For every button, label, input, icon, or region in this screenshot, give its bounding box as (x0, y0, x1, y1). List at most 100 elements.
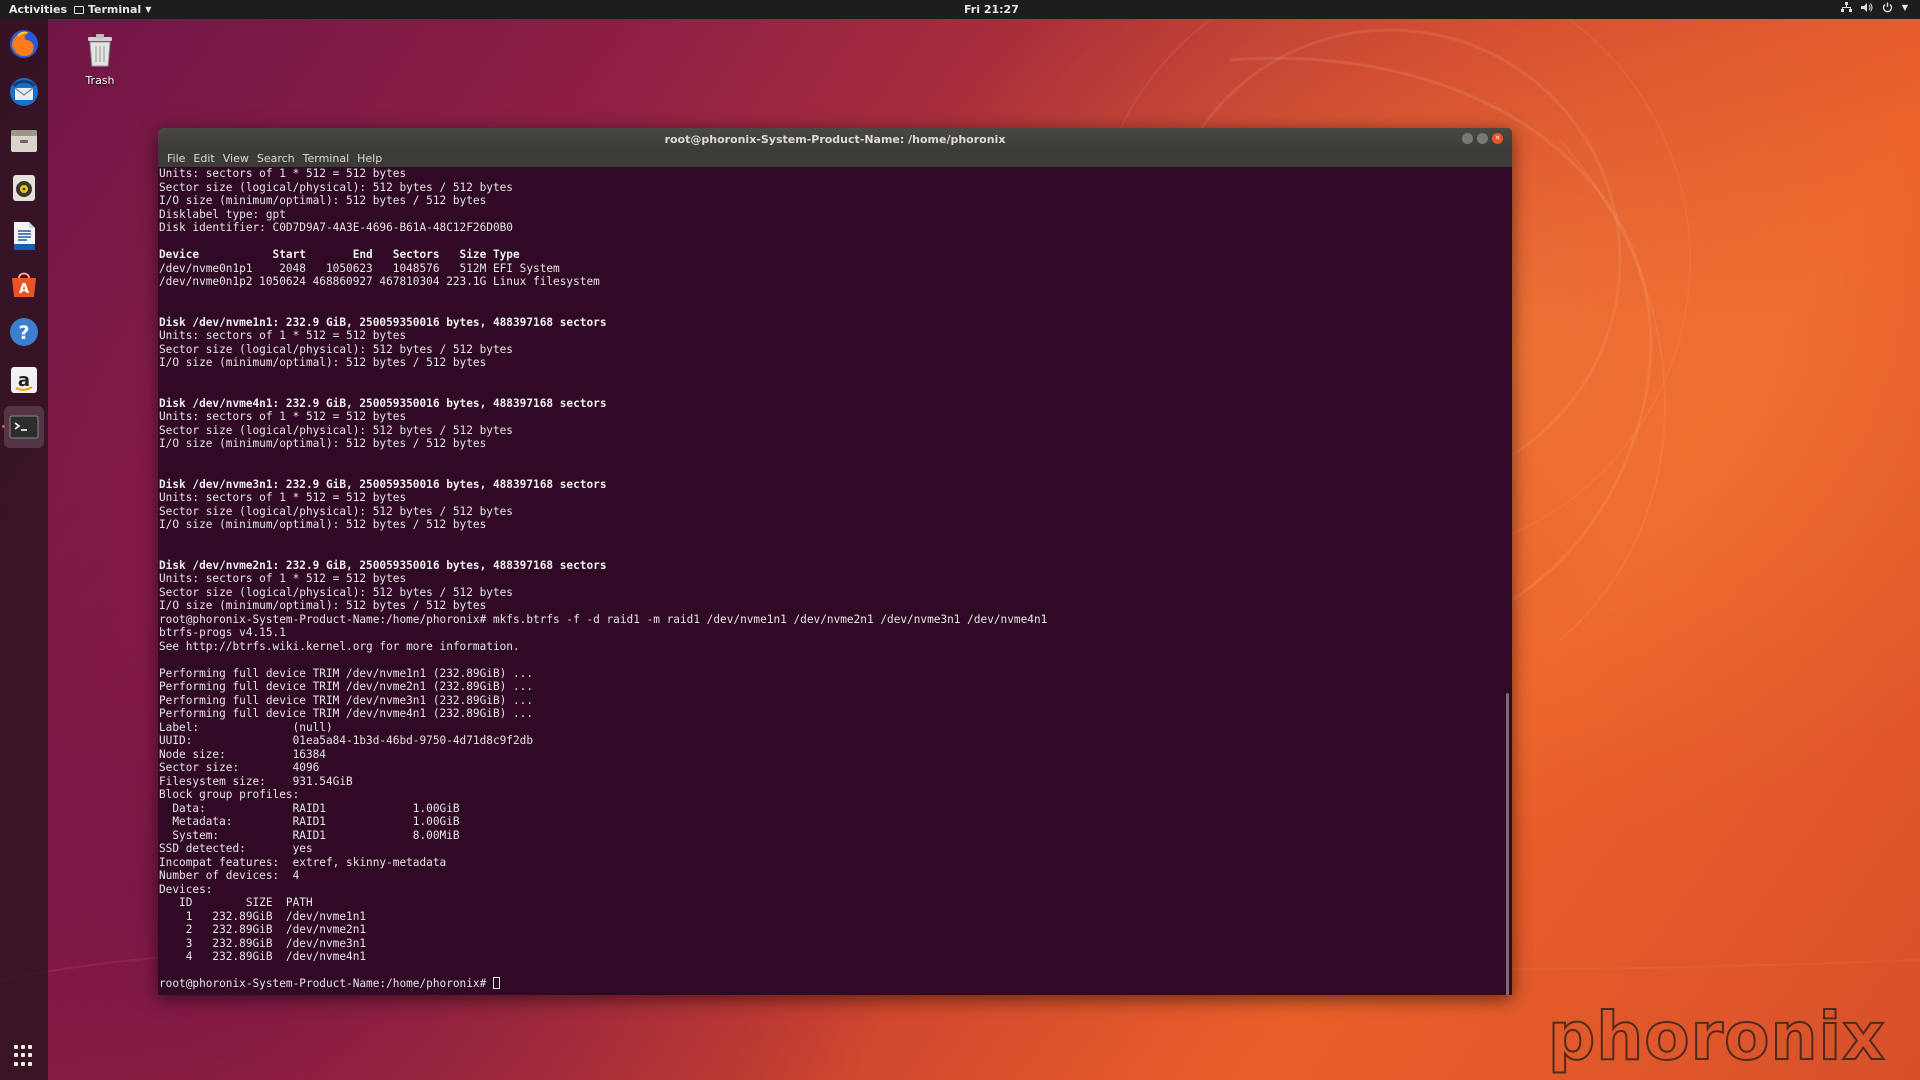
terminal-line: Disk /dev/nvme4n1: 232.9 GiB, 2500593500… (159, 396, 607, 410)
phoronix-watermark: phoronix (1547, 997, 1886, 1076)
terminal-line: I/O size (minimum/optimal): 512 bytes / … (159, 518, 487, 531)
terminal-line: Performing full device TRIM /dev/nvme3n1… (159, 693, 534, 707)
terminal-prompt: root@phoronix-System-Product-Name:/home/… (159, 977, 493, 990)
rhythmbox-icon (13, 175, 35, 201)
terminal-line: Performing full device TRIM /dev/nvme4n1… (159, 707, 534, 720)
window-controls: ✕ (1462, 133, 1503, 144)
terminal-line: Block group profiles: (159, 788, 300, 801)
scrollbar[interactable] (1506, 693, 1509, 995)
app-menu[interactable]: Terminal ▼ (74, 3, 151, 16)
software-center-icon: A (12, 272, 36, 297)
libreoffice-writer-icon (14, 222, 35, 250)
terminal-line: Units: sectors of 1 * 512 = 512 bytes (159, 167, 407, 180)
clock[interactable]: Fri 21:27 (964, 3, 1019, 16)
terminal-line: Units: sectors of 1 * 512 = 512 bytes (159, 491, 407, 504)
terminal-line: Sector size (logical/physical): 512 byte… (159, 423, 513, 437)
terminal-line: Number of devices: 4 (159, 869, 300, 882)
close-button[interactable]: ✕ (1492, 133, 1503, 144)
terminal-line: Data: RAID1 1.00GiB (159, 801, 460, 815)
terminal-line: I/O size (minimum/optimal): 512 bytes / … (159, 437, 487, 450)
menu-help[interactable]: Help (353, 151, 386, 167)
terminal-line: Filesystem size: 931.54GiB (159, 774, 353, 788)
terminal-line: Metadata: RAID1 1.00GiB (159, 815, 460, 828)
terminal-line: See http://btrfs.wiki.kernel.org for mor… (159, 639, 520, 653)
activities-button[interactable]: Activities (9, 3, 67, 16)
svg-text:?: ? (18, 322, 29, 344)
terminal-line: Sector size (logical/physical): 512 byte… (159, 504, 513, 518)
thunderbird-icon (10, 78, 38, 106)
terminal-line: 3 232.89GiB /dev/nvme3n1 (159, 936, 367, 950)
dock-software[interactable]: A (6, 266, 42, 302)
dock-help[interactable]: ? (6, 314, 42, 350)
terminal-line: Devices: (159, 882, 213, 896)
menu-view[interactable]: View (219, 151, 253, 167)
dock-terminal[interactable] (2, 406, 44, 448)
terminal-cursor (492, 977, 500, 989)
terminal-line: Units: sectors of 1 * 512 = 512 bytes (159, 410, 407, 423)
terminal-prompt-line[interactable]: root@phoronix-System-Product-Name:/home/… (158, 977, 1500, 991)
dock-thunderbird[interactable] (6, 74, 42, 110)
volume-icon (1860, 3, 1873, 12)
terminal-line: 4 232.89GiB /dev/nvme4n1 (159, 950, 367, 963)
terminal-line: System: RAID1 8.00MiB (159, 828, 460, 842)
terminal-output[interactable]: Units: sectors of 1 * 512 = 512 bytes Sec… (158, 167, 1500, 995)
terminal-line: Disk identifier: C0D7D9A7-4A3E-4696-B61A… (159, 221, 513, 234)
dock-writer[interactable] (6, 218, 42, 254)
dock-rhythmbox[interactable] (6, 170, 42, 206)
terminal-line: /dev/nvme0n1p1 2048 1050623 1048576 512M… (159, 261, 560, 275)
show-applications-icon[interactable] (14, 1045, 36, 1067)
terminal-line: I/O size (minimum/optimal): 512 bytes / … (159, 194, 487, 207)
terminal-line: Disk /dev/nvme2n1: 232.9 GiB, 2500593500… (159, 558, 607, 572)
trash-label: Trash (85, 74, 115, 87)
menu-terminal[interactable]: Terminal (299, 151, 354, 167)
desktop-trash[interactable]: Trash (80, 32, 120, 87)
terminal-line: Node size: 16384 (159, 747, 326, 761)
terminal-line: Sector size (logical/physical): 512 byte… (159, 180, 513, 194)
svg-text:A: A (19, 282, 29, 297)
menu-edit[interactable]: Edit (189, 151, 218, 167)
help-icon: ? (10, 318, 38, 346)
files-icon (11, 130, 37, 152)
system-tray[interactable]: ▼ (1840, 2, 1908, 13)
menu-search[interactable]: Search (253, 151, 299, 167)
terminal-line: Disk /dev/nvme1n1: 232.9 GiB, 2500593500… (159, 315, 607, 329)
terminal-line: UUID: 01ea5a84-1b3d-46bd-9750-4d71d8c9f2… (159, 734, 534, 747)
window-title: root@phoronix-System-Product-Name: /home… (664, 133, 1006, 146)
menu-file[interactable]: File (163, 151, 189, 167)
dock: A ? a (0, 19, 48, 1080)
terminal-line: Label: (null) (159, 720, 333, 734)
trash-icon (88, 34, 112, 67)
running-indicator (2, 425, 5, 428)
window-titlebar[interactable]: root@phoronix-System-Product-Name: /home… (158, 128, 1512, 151)
chevron-down-icon: ▼ (1901, 3, 1908, 12)
terminal-line: I/O size (minimum/optimal): 512 bytes / … (159, 356, 487, 369)
terminal-window[interactable]: root@phoronix-System-Product-Name: /home… (158, 128, 1512, 995)
terminal-line: Performing full device TRIM /dev/nvme2n1… (159, 680, 534, 693)
amazon-icon: a (11, 367, 37, 393)
terminal-small-icon (74, 5, 84, 14)
terminal-line: Disk /dev/nvme3n1: 232.9 GiB, 2500593500… (159, 477, 607, 491)
terminal-line: Sector size: 4096 (159, 761, 320, 774)
maximize-button[interactable] (1477, 133, 1488, 144)
terminal-line: btrfs-progs v4.15.1 (159, 626, 286, 639)
terminal-line: Sector size (logical/physical): 512 byte… (159, 585, 513, 599)
terminal-line: Device Start End Sectors Size Type (159, 248, 520, 261)
dock-firefox[interactable] (6, 26, 42, 62)
power-icon (1882, 2, 1893, 13)
terminal-line: 2 232.89GiB /dev/nvme2n1 (159, 923, 367, 936)
dock-amazon[interactable]: a (6, 362, 42, 398)
chevron-down-icon: ▼ (145, 5, 152, 14)
network-icon (1840, 2, 1852, 12)
dock-files[interactable] (6, 122, 42, 158)
terminal-line: root@phoronix-System-Product-Name:/home/… (159, 612, 1048, 626)
minimize-button[interactable] (1462, 133, 1473, 144)
